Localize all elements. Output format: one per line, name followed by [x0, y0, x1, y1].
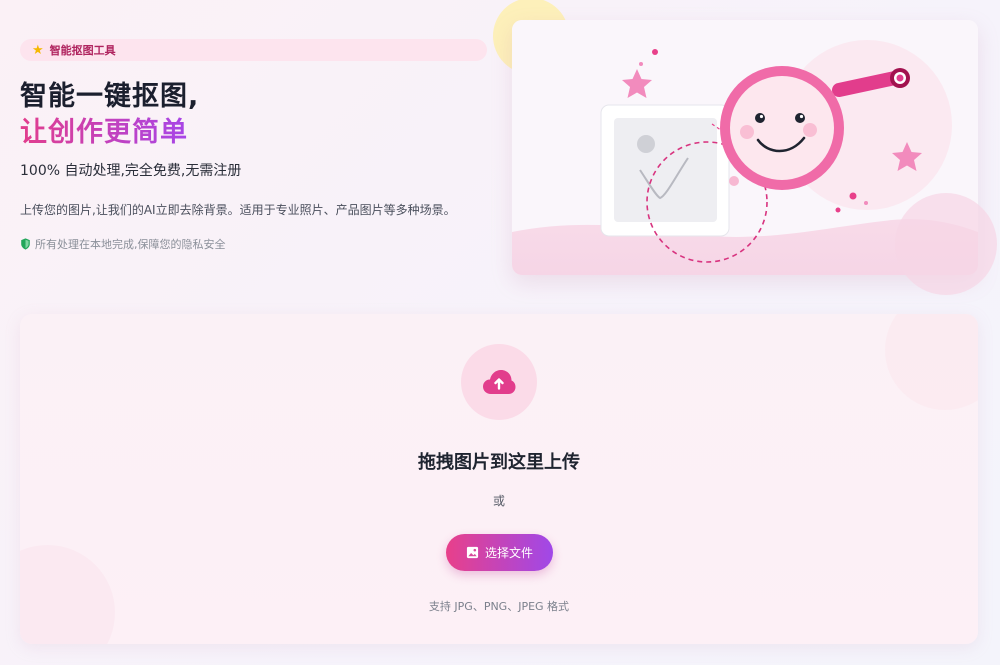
tool-badge: ★ 智能抠图工具	[20, 39, 487, 61]
upload-dropzone[interactable]: 拖拽图片到这里上传 或 选择文件 支持 JPG、PNG、JPEG 格式	[20, 314, 978, 644]
upload-icon-circle	[461, 344, 537, 420]
upload-or-text: 或	[492, 494, 505, 508]
privacy-note: 所有处理在本地完成,保障您的隐私安全	[20, 236, 226, 252]
badge-label: 智能抠图工具	[49, 44, 116, 57]
shield-icon	[21, 238, 30, 250]
decor-blob-pink-right	[885, 314, 978, 410]
choose-file-button[interactable]: 选择文件	[446, 534, 553, 571]
upload-title: 拖拽图片到这里上传	[418, 452, 580, 473]
hero-description: 上传您的图片,让我们的AI立即去除背景。适用于专业照片、产品图片等多种场景。	[20, 203, 456, 217]
star-icon: ★	[32, 42, 44, 58]
hero-title-line2: 让创作更简单	[20, 110, 188, 149]
privacy-text: 所有处理在本地完成,保障您的隐私安全	[35, 238, 226, 251]
image-icon	[466, 546, 479, 559]
hero-subline: 100% 自动处理,完全免费,无需注册	[20, 163, 242, 179]
hero-title-line1: 智能一键抠图,	[20, 81, 200, 112]
decor-blob-pink	[895, 193, 997, 295]
decor-blob-pink-left	[20, 545, 115, 644]
supported-formats: 支持 JPG、PNG、JPEG 格式	[428, 600, 570, 613]
choose-file-label: 选择文件	[484, 546, 533, 560]
cloud-upload-icon	[483, 370, 516, 394]
